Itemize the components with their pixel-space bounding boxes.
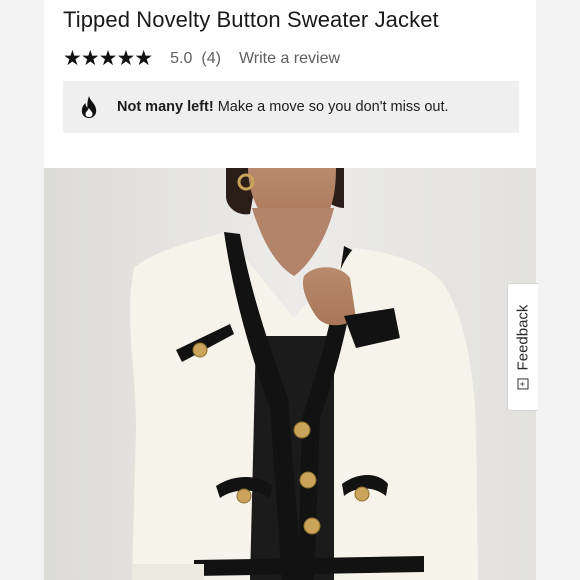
- review-count[interactable]: (4): [201, 50, 221, 68]
- product-info-panel: Tipped Novelty Button Sweater Jacket ★★★…: [44, 0, 536, 168]
- product-title: Tipped Novelty Button Sweater Jacket: [63, 7, 439, 32]
- feedback-tab[interactable]: + Feedback: [507, 283, 538, 411]
- alert-bold-text: Not many left!: [117, 99, 214, 115]
- product-photo[interactable]: [44, 168, 536, 580]
- rating-value: 5.0: [170, 50, 193, 67]
- star-rating-icon: ★★★★★: [63, 47, 153, 70]
- alert-message: Not many left! Make a move so you don't …: [117, 99, 449, 115]
- alert-text: Make a move so you don't miss out.: [213, 99, 449, 115]
- plus-box-icon: +: [517, 378, 529, 390]
- low-stock-alert: Not many left! Make a move so you don't …: [63, 81, 519, 133]
- fire-icon: [79, 94, 101, 120]
- rating-row: ★★★★★ 5.0 (4) Write a review: [63, 48, 340, 70]
- write-review-link[interactable]: Write a review: [239, 50, 340, 68]
- feedback-label: Feedback: [514, 304, 532, 371]
- right-margin: [536, 0, 580, 580]
- feedback-tab-content: + Feedback: [515, 305, 532, 390]
- left-margin: [0, 0, 44, 580]
